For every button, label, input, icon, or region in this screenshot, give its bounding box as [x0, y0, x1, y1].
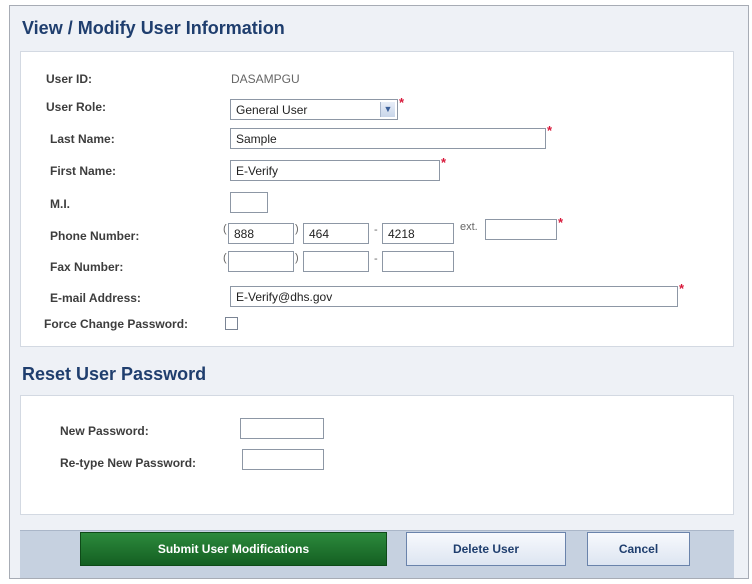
cancel-button[interactable]: Cancel: [587, 532, 690, 566]
reset-password-title: Reset User Password: [22, 364, 207, 384]
phone-dash: -: [374, 224, 378, 236]
first-name-field[interactable]: [230, 160, 440, 181]
email-field[interactable]: [230, 286, 678, 307]
phone-ext-field[interactable]: [485, 219, 557, 240]
user-role-label: User Role:: [46, 100, 107, 114]
fax-number-label: Fax Number:: [50, 260, 124, 274]
delete-user-button[interactable]: Delete User: [406, 532, 566, 566]
required-marker: *: [547, 123, 553, 138]
user-id-label: User ID:: [46, 72, 93, 86]
phone-ext-label: ext.: [460, 221, 478, 233]
force-change-password-label: Force Change Password:: [44, 317, 189, 331]
fax-line-field[interactable]: [382, 251, 454, 272]
new-password-label: New Password:: [60, 424, 149, 438]
phone-line-field[interactable]: [382, 223, 454, 244]
first-name-label: First Name:: [50, 164, 117, 178]
submit-user-modifications-button[interactable]: Submit User Modifications: [80, 532, 387, 566]
fax-area-code-field[interactable]: [228, 251, 294, 272]
retype-password-label: Re-type New Password:: [60, 456, 197, 470]
phone-number-label: Phone Number:: [50, 229, 140, 243]
fax-dash: -: [374, 253, 378, 265]
required-marker: *: [399, 95, 405, 110]
user-role-selected-value: General User: [236, 103, 308, 117]
fax-prefix-field[interactable]: [303, 251, 369, 272]
new-password-field[interactable]: [240, 418, 324, 439]
reset-password-panel: [20, 395, 734, 515]
phone-prefix-field[interactable]: [303, 223, 369, 244]
user-role-select[interactable]: General User ▼: [230, 99, 398, 120]
middle-initial-field[interactable]: [230, 192, 268, 213]
user-info-window: View / Modify User Information User ID: …: [9, 5, 749, 579]
fax-open-paren: (: [223, 252, 227, 264]
force-change-password-checkbox[interactable]: [225, 317, 238, 330]
phone-open-paren: (: [223, 223, 227, 235]
fax-close-paren: ): [295, 252, 299, 264]
phone-close-paren: ): [295, 223, 299, 235]
page-title: View / Modify User Information: [22, 18, 285, 38]
middle-initial-label: M.I.: [50, 197, 70, 211]
required-marker: *: [441, 155, 447, 170]
phone-area-code-field[interactable]: [228, 223, 294, 244]
email-address-label: E-mail Address:: [50, 291, 141, 305]
last-name-label: Last Name:: [50, 132, 115, 146]
last-name-field[interactable]: [230, 128, 546, 149]
retype-password-field[interactable]: [242, 449, 324, 470]
required-marker: *: [679, 281, 685, 296]
user-id-value: DASAMPGU: [231, 72, 300, 86]
chevron-down-icon[interactable]: ▼: [380, 102, 395, 117]
required-marker: *: [558, 215, 564, 230]
